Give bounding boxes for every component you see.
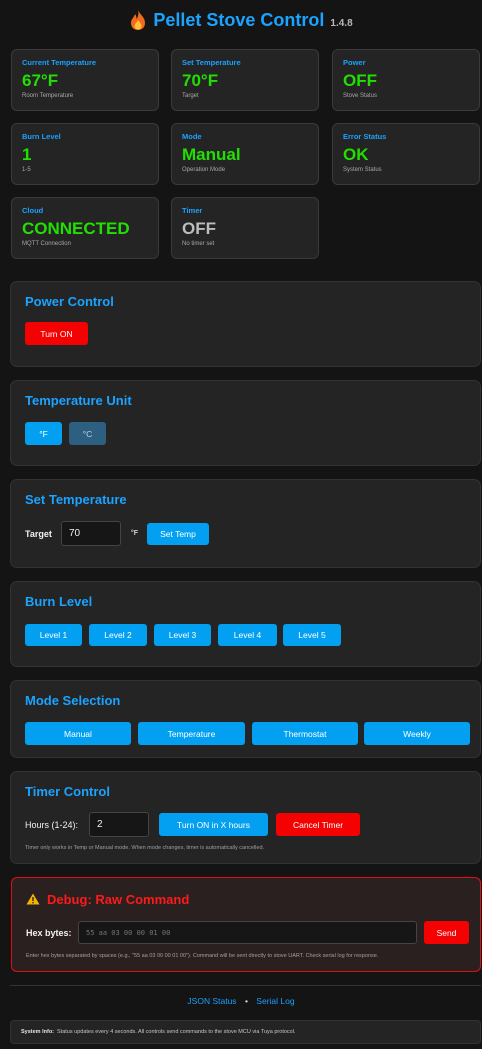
turn-on-button[interactable]: Turn ON [25, 322, 88, 345]
card-label: Cloud [22, 206, 44, 215]
timer-hours-input[interactable]: 2 [89, 812, 149, 837]
burn-level-section: Burn Level Level 1 Level 2 Level 3 Level… [10, 581, 481, 667]
card-value: 70°F [182, 71, 219, 90]
hours-label: Hours (1-24): [25, 820, 79, 830]
card-label: Set Temperature [182, 58, 241, 67]
json-status-link[interactable]: JSON Status [187, 996, 236, 1006]
card-sub: MQTT Connection [22, 241, 71, 247]
card-sub: Stove Status [343, 93, 378, 99]
target-label: Target [25, 529, 52, 539]
level-3-button[interactable]: Level 3 [154, 624, 211, 646]
card-timer: Timer OFF No timer set [171, 197, 319, 259]
system-info-text: Status updates every 4 seconds. All cont… [57, 1029, 296, 1035]
card-power: Power OFF Stove Status [332, 49, 480, 111]
card-label: Timer [182, 206, 203, 215]
card-sub: 1-5 [22, 167, 31, 173]
mode-temperature-button[interactable]: Temperature [138, 722, 245, 745]
debug-section: Debug: Raw Command Hex bytes: Send Enter… [11, 877, 481, 972]
system-info-label: System Info: [21, 1029, 55, 1035]
section-title: Power Control [25, 294, 114, 309]
card-label: Current Temperature [22, 58, 97, 67]
page-title: Pellet Stove Control [153, 9, 325, 30]
debug-note: Enter hex bytes separated by spaces (e.g… [26, 953, 379, 959]
card-sub: No timer set [182, 241, 215, 247]
mode-thermostat-button[interactable]: Thermostat [252, 722, 358, 745]
target-temperature-input[interactable]: 70 [61, 521, 121, 546]
mode-selection-section: Mode Selection Manual Temperature Thermo… [10, 680, 481, 758]
footer-separator: • [244, 996, 248, 1006]
card-label: Error Status [343, 132, 387, 141]
timer-on-button[interactable]: Turn ON in X hours [159, 813, 268, 836]
card-value: OK [343, 145, 369, 164]
card-value: OFF [182, 219, 216, 238]
footer-links: JSON Status • Serial Log [0, 996, 482, 1006]
level-2-button[interactable]: Level 2 [89, 624, 147, 646]
timer-note: Timer only works in Temp or Manual mode.… [25, 845, 265, 851]
card-value: CONNECTED [22, 219, 130, 238]
section-title: Temperature Unit [25, 393, 132, 408]
timer-control-section: Timer Control Hours (1-24): 2 Turn ON in… [10, 771, 481, 864]
section-title: Timer Control [25, 784, 110, 799]
card-error-status: Error Status OK System Status [332, 123, 480, 185]
card-value: Manual [182, 145, 241, 164]
card-current-temperature: Current Temperature 67°F Room Temperatur… [11, 49, 159, 111]
card-label: Burn Level [22, 132, 61, 141]
card-sub: System Status [343, 167, 382, 173]
unit-label: °F [131, 530, 139, 537]
set-temp-button[interactable]: Set Temp [147, 523, 209, 545]
section-title: Set Temperature [25, 492, 127, 507]
card-set-temperature: Set Temperature 70°F Target [171, 49, 319, 111]
version-label: 1.4.8 [330, 17, 353, 29]
fahrenheit-button[interactable]: °F [25, 422, 62, 445]
temperature-unit-section: Temperature Unit °F °C [10, 380, 481, 466]
mode-weekly-button[interactable]: Weekly [364, 722, 470, 745]
hex-bytes-label: Hex bytes: [26, 928, 72, 938]
card-mode: Mode Manual Operation Mode [171, 123, 319, 185]
debug-title: Debug: Raw Command [47, 892, 190, 907]
card-burn-level: Burn Level 1 1-5 [11, 123, 159, 185]
celsius-button[interactable]: °C [69, 422, 106, 445]
level-4-button[interactable]: Level 4 [218, 624, 277, 646]
fire-icon [131, 10, 146, 30]
section-title: Mode Selection [25, 693, 121, 708]
serial-log-link[interactable]: Serial Log [256, 996, 294, 1006]
send-button[interactable]: Send [424, 921, 469, 944]
set-temperature-section: Set Temperature Target 70 °F Set Temp [10, 479, 481, 568]
card-value: OFF [343, 71, 377, 90]
power-control-section: Power Control Turn ON [10, 281, 481, 367]
card-label: Power [343, 58, 366, 67]
card-label: Mode [182, 132, 202, 141]
header: Pellet Stove Control 1.4.8 [0, 6, 482, 34]
card-value: 67°F [22, 71, 59, 90]
card-sub: Operation Mode [182, 167, 226, 173]
cancel-timer-button[interactable]: Cancel Timer [276, 813, 360, 836]
system-info: System Info: Status updates every 4 seco… [10, 1020, 481, 1044]
warning-icon [26, 893, 40, 905]
card-value: 1 [22, 145, 32, 164]
footer-divider [10, 985, 481, 986]
card-sub: Target [182, 93, 199, 99]
card-sub: Room Temperature [22, 93, 74, 99]
pellet-stove-page: Pellet Stove Control 1.4.8 Current Tempe… [0, 0, 482, 1049]
hex-bytes-input[interactable] [78, 921, 417, 944]
mode-manual-button[interactable]: Manual [25, 722, 131, 745]
section-title: Burn Level [25, 594, 93, 609]
card-cloud: Cloud CONNECTED MQTT Connection [11, 197, 159, 259]
level-5-button[interactable]: Level 5 [283, 624, 341, 646]
level-1-button[interactable]: Level 1 [25, 624, 82, 646]
